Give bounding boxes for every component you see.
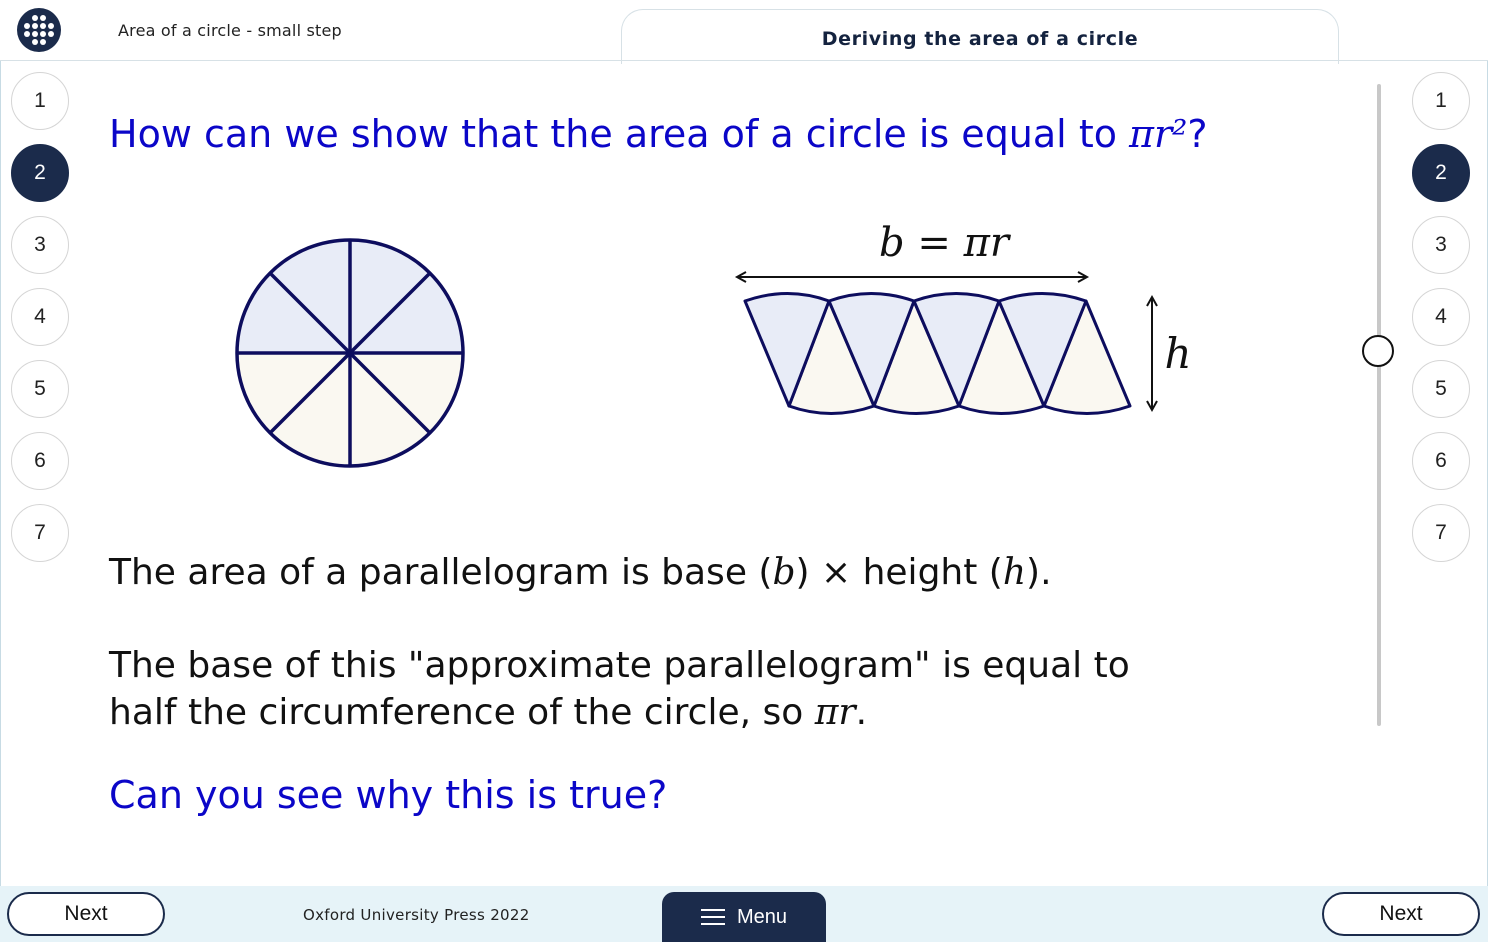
- copyright-text: Oxford University Press 2022: [303, 906, 530, 924]
- rearranged-sectors: [743, 292, 1132, 415]
- next-button-right[interactable]: Next: [1322, 892, 1480, 936]
- base-arrow: [734, 271, 1090, 283]
- discussion-prompt: Can you see why this is true?: [109, 773, 668, 817]
- para2-math: πr: [814, 692, 856, 733]
- height-label: h: [1164, 329, 1191, 378]
- divided-circle: [235, 238, 465, 468]
- para1-math-b: b: [772, 552, 796, 593]
- para2-end: .: [855, 692, 868, 733]
- parallelogram-area-text: The area of a parallelogram is base (b) …: [109, 549, 1052, 596]
- para1-text-3: ).: [1026, 552, 1052, 593]
- next-button-left[interactable]: Next: [7, 892, 165, 936]
- base-label: b = πr: [879, 220, 1012, 266]
- height-arrow: [1146, 294, 1158, 413]
- base-explanation-text: The base of this "approximate parallelog…: [109, 642, 1130, 736]
- hamburger-icon: [700, 908, 725, 926]
- para2-line-2: half the circumference of the circle, so…: [109, 689, 1130, 736]
- para1-math-h: h: [1002, 552, 1027, 593]
- para1-text-1: The area of a parallelogram is base (: [109, 552, 773, 593]
- para1-text-2: ) × height (: [795, 552, 1003, 593]
- menu-button[interactable]: Menu: [662, 892, 826, 942]
- menu-label: Menu: [736, 905, 788, 928]
- para2-line-1: The base of this "approximate parallelog…: [109, 645, 1130, 686]
- para2-line-2-text: half the circumference of the circle, so: [109, 692, 815, 733]
